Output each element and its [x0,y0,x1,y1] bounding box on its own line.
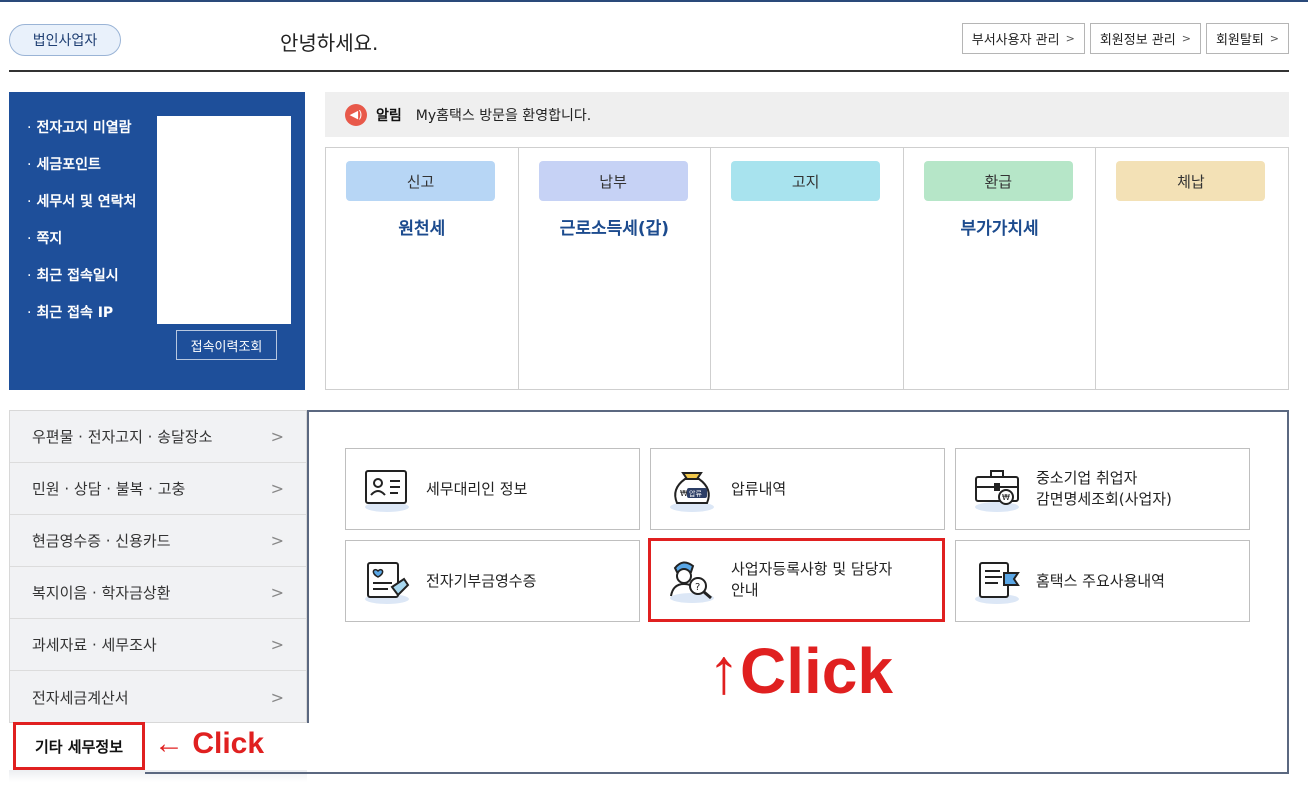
user-type-badge: 법인사업자 [9,24,121,56]
service-label: 중소기업 취업자 감면명세조회(사업자) [1036,469,1172,508]
service-label: 세무대리인 정보 [426,479,528,498]
account-info-values [157,116,291,324]
category-arrears-button[interactable]: 체납 [1116,161,1266,201]
id-card-icon [365,470,409,512]
info-item-enotice[interactable]: 전자고지 미열람 [27,118,136,155]
menu-item-label: 현금영수증 · 신용카드 [32,532,171,550]
info-item-tax-office[interactable]: 세무서 및 연락처 [27,192,136,229]
menu-item-label: 민원 · 상담 · 불복 · 고충 [32,480,186,498]
service-e-donation-receipt[interactable]: 전자기부금영수증 [345,540,640,622]
briefcase-icon: ₩ [975,470,1019,512]
menu-item-label: 우편물 · 전자고지 · 송달장소 [32,428,213,446]
login-history-button[interactable]: 접속이력조회 [176,330,277,360]
services-panel-border-bottom [145,772,309,774]
category-payment-button[interactable]: 납부 [538,161,688,201]
menu-item-other-tax-info[interactable]: 기타 세무정보 [13,722,145,770]
menu-item-civil[interactable]: 민원 · 상담 · 불복 · 고충 > [10,463,306,515]
info-item-message[interactable]: 쪽지 [27,229,136,266]
seizure-icon-text: 압류 [689,490,702,498]
withdraw-label: 회원탈퇴 [1215,33,1264,48]
chevron-right-icon: > [270,583,284,602]
svg-text:?: ? [695,582,700,593]
notice-bar: ◀) 알림 My홈택스 방문을 환영합니다. [325,92,1289,137]
user-search-icon: ? [670,561,714,603]
category-notice: 고지 [711,148,904,389]
header-divider [9,70,1289,72]
service-sme-employee-deduction[interactable]: ₩ 중소기업 취업자 감면명세조회(사업자) [955,448,1250,530]
service-label: 전자기부금영수증 [426,571,537,590]
service-label: 홈택스 주요사용내역 [1036,571,1165,590]
member-info-manage-label: 회원정보 관리 [1099,33,1176,48]
service-label: 사업자등록사항 및 담당자 안내 [731,560,893,599]
chevron-right-icon: > [1269,32,1279,45]
menu-item-cash-receipt[interactable]: 현금영수증 · 신용카드 > [10,515,306,567]
info-item-last-login: 최근 접속일시 [27,266,136,303]
side-menu: 우편물 · 전자고지 · 송달장소 > 민원 · 상담 · 불복 · 고충 > … [9,410,307,723]
document-flag-icon [975,562,1020,604]
menu-item-label: 과세자료 · 세무조사 [32,636,157,654]
tax-category-grid: 신고 원천세 납부 근로소득세(갑) 고지 환급 부가가치세 체납 [325,147,1289,390]
chevron-right-icon: > [270,635,284,654]
category-notice-button[interactable]: 고지 [731,161,881,201]
category-payment: 납부 근로소득세(갑) [519,148,712,389]
category-refund-item[interactable]: 부가가치세 [904,214,1096,239]
chevron-right-icon: > [270,479,284,498]
greeting: 안녕하세요. [280,31,379,55]
chevron-right-icon: > [1181,32,1191,45]
menu-item-tax-data[interactable]: 과세자료 · 세무조사 > [10,619,306,671]
megaphone-icon: ◀) [345,103,367,126]
dept-user-manage-label: 부서사용자 관리 [971,33,1060,48]
chevron-right-icon: > [270,531,284,550]
seizure-bag-icon: ₩ 압류 [670,472,714,512]
chevron-right-icon: > [270,427,284,446]
account-info-panel: 전자고지 미열람 세금포인트 세무서 및 연락처 쪽지 최근 접속일시 최근 접… [9,92,305,390]
account-info-list: 전자고지 미열람 세금포인트 세무서 및 연락처 쪽지 최근 접속일시 최근 접… [27,118,136,340]
info-item-last-ip: 최근 접속 IP [27,303,136,340]
services-panel-border [307,410,309,723]
menu-item-e-invoice[interactable]: 전자세금계산서 > [10,671,306,723]
category-report: 신고 원천세 [326,148,519,389]
dept-user-manage-button[interactable]: 부서사용자 관리 > [961,23,1085,54]
notice-title: 알림 [376,107,402,124]
category-payment-item[interactable]: 근로소득세(갑) [519,214,711,239]
info-item-tax-point[interactable]: 세금포인트 [27,155,136,192]
svg-text:₩: ₩ [680,489,688,498]
service-business-registration-info[interactable]: ? 사업자등록사항 및 담당자 안내 [648,538,945,622]
withdraw-button[interactable]: 회원탈퇴 > [1205,23,1289,54]
top-line [0,0,1308,2]
notice-text: My홈택스 방문을 환영합니다. [415,107,592,124]
service-label: 압류내역 [731,479,787,498]
service-seizure-history[interactable]: ₩ 압류 압류내역 [650,448,945,530]
menu-item-mail[interactable]: 우편물 · 전자고지 · 송달장소 > [10,411,306,463]
chevron-right-icon: > [270,687,284,707]
member-info-manage-button[interactable]: 회원정보 관리 > [1089,23,1201,54]
menu-item-welfare[interactable]: 복지이음 · 학자금상환 > [10,567,306,619]
header-buttons: 부서사용자 관리 > 회원정보 관리 > 회원탈퇴 > [961,23,1289,54]
svg-text:₩: ₩ [1002,493,1010,502]
category-arrears: 체납 [1096,148,1288,389]
category-report-button[interactable]: 신고 [346,161,495,201]
category-refund-button[interactable]: 환급 [923,161,1073,201]
chevron-right-icon: > [1065,32,1075,45]
menu-item-label: 복지이음 · 학자금상환 [32,584,171,602]
service-tax-agent-info[interactable]: 세무대리인 정보 [345,448,640,530]
donation-receipt-icon [365,562,410,604]
menu-item-label: 전자세금계산서 [32,688,129,707]
category-report-item[interactable]: 원천세 [326,214,518,239]
category-refund: 환급 부가가치세 [904,148,1097,389]
click-annotation-small: ← Click [154,727,265,760]
service-hometax-usage-history[interactable]: 홈택스 주요사용내역 [955,540,1250,622]
click-annotation-big: ↑Click [708,635,893,707]
